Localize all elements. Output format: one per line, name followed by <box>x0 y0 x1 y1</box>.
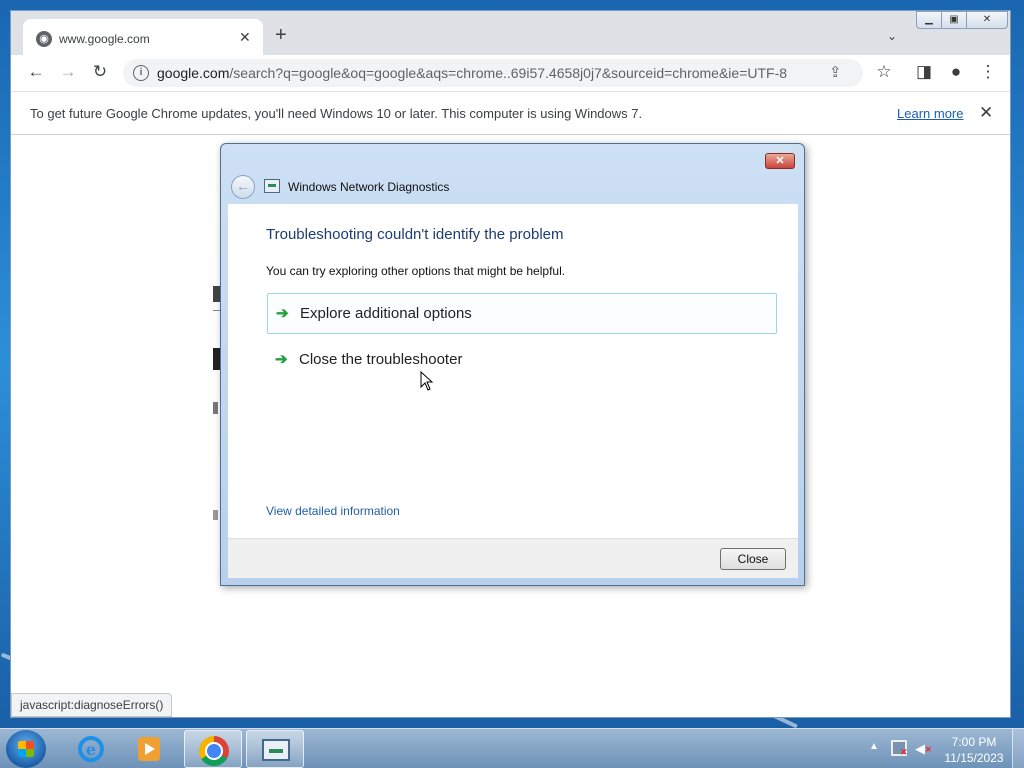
new-tab-button[interactable]: + <box>275 25 287 45</box>
explore-options-button[interactable]: ➔ Explore additional options <box>267 293 777 334</box>
network-disconnected-icon[interactable] <box>891 740 908 758</box>
green-arrow-icon: ➔ <box>276 305 289 322</box>
dialog-subtext: You can try exploring other options that… <box>266 264 566 278</box>
dialog-close-button[interactable]: ✕ <box>765 153 795 169</box>
option-label: Close the troubleshooter <box>299 351 463 368</box>
clock-time[interactable]: 7:00 PM <box>944 735 1004 749</box>
tab-close-icon[interactable]: ✕ <box>239 29 251 46</box>
start-button[interactable] <box>6 730 46 768</box>
network-diagnostics-dialog: ✕ ← Windows Network Diagnostics Troubles… <box>220 143 805 586</box>
view-details-link[interactable]: View detailed information <box>266 504 400 518</box>
forward-arrow-icon[interactable]: → <box>57 61 79 83</box>
show-hidden-icons-icon[interactable]: ▲ <box>869 741 879 752</box>
dialog-content: Troubleshooting couldn't identify the pr… <box>228 204 798 538</box>
update-infobar: To get future Google Chrome updates, you… <box>11 91 1010 135</box>
learn-more-link[interactable]: Learn more <box>897 106 963 121</box>
side-panel-icon[interactable]: ◨ <box>913 61 935 83</box>
back-arrow-icon[interactable]: ← <box>25 61 47 83</box>
share-icon[interactable]: ⇪ <box>829 63 842 81</box>
reload-icon[interactable]: ↻ <box>89 61 111 83</box>
tab-search-chevron-icon[interactable]: ⌄ <box>887 29 897 43</box>
url-text[interactable]: google.com/search?q=google&oq=google&aqs… <box>157 65 787 81</box>
infobar-close-icon[interactable]: ✕ <box>979 103 993 123</box>
chrome-icon <box>199 736 229 766</box>
volume-muted-icon[interactable]: ◀ <box>915 741 932 757</box>
network-diagnostics-icon <box>264 179 280 193</box>
url-path: /search?q=google&oq=google&aqs=chrome..6… <box>229 65 788 81</box>
url-host: google.com <box>157 65 230 81</box>
globe-icon: ◉ <box>36 31 52 47</box>
profile-avatar-icon[interactable]: ● <box>945 61 967 83</box>
option-label: Explore additional options <box>300 305 472 322</box>
media-player-icon <box>138 737 160 761</box>
network-diagnostics-icon <box>262 739 290 761</box>
back-arrow-icon[interactable]: ← <box>231 175 255 199</box>
clock-date[interactable]: 11/15/2023 <box>940 751 1008 765</box>
window-close-button[interactable]: ✕ <box>966 11 1008 29</box>
show-desktop-button[interactable] <box>1012 729 1024 768</box>
site-info-icon[interactable]: i <box>133 65 149 81</box>
taskbar-network-diagnostics[interactable] <box>246 730 304 768</box>
mouse-cursor-icon <box>420 371 434 391</box>
tab-title: www.google.com <box>59 32 150 46</box>
toolbar: ← → ↻ i google.com/search?q=google&oq=go… <box>11 55 1010 91</box>
page-fragment <box>213 510 218 520</box>
close-troubleshooter-button[interactable]: ➔ Close the troubleshooter <box>267 340 777 381</box>
maximize-button[interactable]: ▣ <box>941 11 967 29</box>
taskbar-ie[interactable]: e <box>62 730 120 768</box>
status-bubble: javascript:diagnoseErrors() <box>11 693 173 717</box>
bookmark-star-icon[interactable]: ☆ <box>873 61 895 83</box>
address-bar[interactable]: i google.com/search?q=google&oq=google&a… <box>123 59 863 87</box>
dialog-heading: Troubleshooting couldn't identify the pr… <box>266 226 564 243</box>
infobar-message: To get future Google Chrome updates, you… <box>30 106 643 121</box>
taskbar-chrome[interactable] <box>184 730 242 768</box>
dialog-title: Windows Network Diagnostics <box>288 180 450 194</box>
close-button[interactable]: Close <box>720 548 786 570</box>
menu-kebab-icon[interactable]: ⋮ <box>977 61 999 83</box>
internet-explorer-icon: e <box>78 736 104 762</box>
taskbar: e ▲ ◀ 7:00 PM 11/15/2023 <box>0 728 1024 768</box>
dialog-footer: Close <box>228 538 798 578</box>
page-fragment <box>213 402 218 414</box>
taskbar-media-player[interactable] <box>120 730 178 768</box>
green-arrow-icon: ➔ <box>275 351 288 368</box>
minimize-button[interactable]: ▁ <box>916 11 942 29</box>
